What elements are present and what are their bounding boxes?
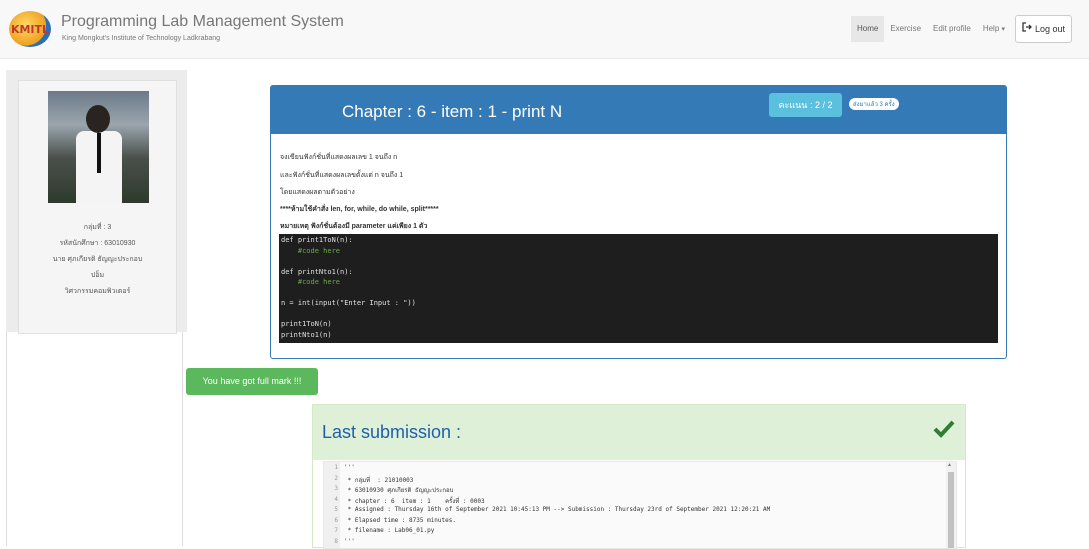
last-submission-title: Last submission : [322,422,462,442]
line-number: 2 [334,474,338,482]
line-number: 3 [334,485,338,492]
code-line: def printNto1(n): [281,267,353,276]
problem-header: Chapter : 6 - item : 1 - print N คะแนน :… [271,86,1006,134]
line-number: 4 [334,495,338,503]
code-line: #code here [281,246,341,255]
photo-person-head [86,105,110,133]
score-button[interactable]: คะแนน : 2 / 2 [769,93,842,117]
scroll-thumb[interactable] [948,472,954,548]
profile-photo [48,91,149,203]
scroll-up-icon[interactable]: ▲ [947,462,952,468]
line-number: 5 [334,506,338,513]
line-number: 7 [334,527,338,534]
problem-line-3: โดยแสดงผลตามตัวอย่าง [280,189,355,196]
brand-title[interactable]: Programming Lab Management System [61,13,344,31]
line-number: 6 [334,516,338,524]
profile-nickname: ปอ็ม [90,272,105,279]
photo-person-tie [97,133,101,173]
line-number: 1 [334,464,338,471]
brand-subtitle: King Mongkut's Institute of Technology L… [62,35,221,42]
code-line: print1ToN(n) [281,320,332,328]
code-line: n = int(input("Enter Input : ")) [281,299,416,307]
submission-line: * filename : Lab06_01.py [344,527,435,534]
code-line: #code here [281,278,341,286]
submission-line: ''' [344,537,355,545]
nav-help[interactable]: Help ▾ [977,16,1011,42]
submission-code-editor[interactable]: 1 ''' 2 * กลุ่มที่ : 21010003 3 * 630109… [323,461,957,549]
code-line: printNto1(n) [281,330,332,339]
submission-line: * Elapsed time : 8735 minutes. [344,516,456,524]
nav-edit-profile[interactable]: Edit profile [927,16,977,42]
line-number: 8 [334,537,338,545]
logo-text: KMITL [10,23,50,36]
profile-card: กลุ่มที่ : 3 รหัสนักศึกษา : 63010930 นาย… [18,80,177,334]
nav-menu: Home Exercise Edit profile Help ▾ Log ou… [851,15,1073,43]
problem-panel: Chapter : 6 - item : 1 - print N คะแนน :… [270,85,1007,359]
checkmark-icon [933,419,955,445]
editor-scrollbar[interactable]: ▲ [946,462,956,548]
nav-home[interactable]: Home [851,16,885,42]
submission-line: * Assigned : Thursday 16th of September … [344,506,771,513]
logout-button[interactable]: Log out [1015,15,1073,43]
sidebar-lower [6,332,183,546]
submission-line: * 63010930 ศุภเกียรติ ธัญญะประกอบ [344,487,454,494]
problem-line-2: และฟังก์ชั่นที่แสดงผลเลขตั้งแต่ n จนถึง … [280,172,404,179]
full-mark-button[interactable]: You have got full mark !!! [186,368,318,395]
problem-line-5: หมายเหตุ ฟังก์ชั่นต้องมี parameter แค่เพ… [280,223,428,230]
submission-line: * กลุ่มที่ : 21010003 [344,476,414,484]
nav-help-label: Help [982,24,1000,33]
code-template: def print1ToN(n): #code here def printNt… [279,234,998,343]
sidebar: กลุ่มที่ : 3 รหัสนักศึกษา : 63010930 นาย… [6,70,187,334]
caret-down-icon: ▾ [1001,26,1006,33]
code-line: def print1ToN(n): [281,236,353,244]
problem-title: Chapter : 6 - item : 1 - print N [342,102,563,121]
last-submission-panel: Last submission : 1 ''' 2 * กลุ่มที่ : 2… [312,404,966,549]
nav-exercise[interactable]: Exercise [884,16,927,42]
submission-line: * chapter : 6 item : 1 ครั้งที่ : 0003 [344,497,485,505]
submission-count-badge: ส่งมาแล้ว 3 ครั้ง [849,98,899,110]
problem-line-1: จงเขียนฟังก์ชั่นที่แสดงผลเลข 1 จนถึง n [280,154,398,161]
logout-label: Log out [1035,24,1066,34]
navbar: KMITL Programming Lab Management System … [0,0,1089,59]
kmitl-logo[interactable]: KMITL [9,11,51,47]
profile-group: กลุ่มที่ : 3 [83,224,112,231]
last-submission-header: Last submission : [313,405,965,460]
problem-line-4: ****ห้ามใช้คำสั่ง len, for, while, do wh… [280,206,439,213]
profile-name: นาย ศุภเกียรติ ธัญญะประกอบ [52,256,143,263]
submission-line: ''' [344,464,355,471]
profile-student-id: รหัสนักศึกษา : 63010930 [59,240,136,247]
logout-icon [1022,16,1032,42]
profile-department: วิศวกรรมคอมพิวเตอร์ [64,288,131,295]
